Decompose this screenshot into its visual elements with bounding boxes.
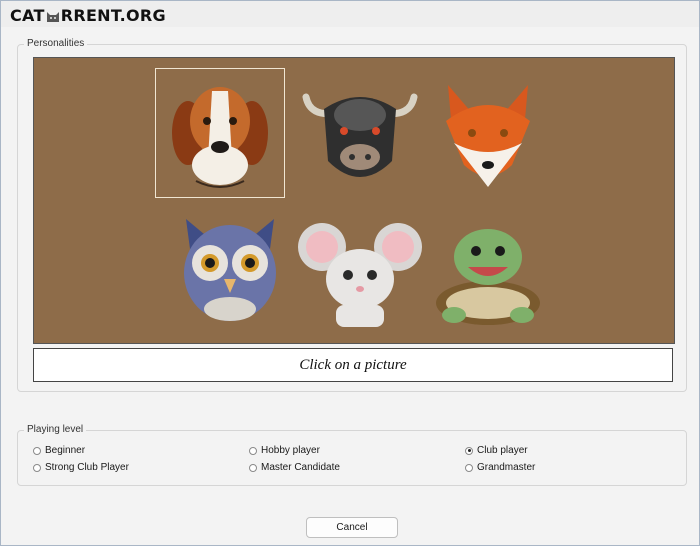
personality-dialog: CAT RRENT.ORG Personalities Click on a p… xyxy=(0,0,700,546)
radio-label: Strong Club Player xyxy=(45,462,129,473)
radio-circle[interactable] xyxy=(465,463,473,472)
watermark-logo: CAT RRENT.ORG xyxy=(10,6,166,25)
fox-portrait[interactable] xyxy=(424,69,552,197)
playing-level-legend: Playing level xyxy=(24,424,87,435)
radio-circle[interactable] xyxy=(465,446,473,455)
instruction-caption: Click on a picture xyxy=(33,348,673,382)
bull-portrait[interactable] xyxy=(296,69,424,197)
radio-label: Master Candidate xyxy=(261,462,340,473)
radio-club-player[interactable]: Club player xyxy=(465,445,528,456)
cancel-button[interactable]: Cancel xyxy=(306,517,398,538)
radio-master-candidate[interactable]: Master Candidate xyxy=(249,462,340,473)
radio-circle[interactable] xyxy=(249,463,257,472)
radio-circle[interactable] xyxy=(33,446,41,455)
owl-portrait[interactable] xyxy=(166,205,294,333)
radio-beginner[interactable]: Beginner xyxy=(33,445,85,456)
playing-level-group: Playing level xyxy=(17,424,687,486)
watermark-text-left: CAT xyxy=(10,6,45,25)
radio-hobby-player[interactable]: Hobby player xyxy=(249,445,320,456)
beagle-portrait[interactable] xyxy=(155,68,285,198)
radio-label: Hobby player xyxy=(261,445,320,456)
personalities-legend: Personalities xyxy=(24,38,88,49)
radio-circle[interactable] xyxy=(33,463,41,472)
radio-circle[interactable] xyxy=(249,446,257,455)
mouse-portrait[interactable] xyxy=(296,205,424,333)
turtle-portrait[interactable] xyxy=(424,205,552,333)
radio-label: Beginner xyxy=(45,445,86,456)
radio-grandmaster[interactable]: Grandmaster xyxy=(465,462,535,473)
cat-head-icon xyxy=(46,11,59,22)
radio-strong-club-player[interactable]: Strong Club Player xyxy=(33,462,129,473)
title-bar: CAT RRENT.ORG xyxy=(1,1,699,27)
personality-picture-area xyxy=(33,57,675,344)
radio-label: Club player xyxy=(477,445,528,456)
radio-label: Grandmaster xyxy=(477,462,536,473)
watermark-text-right: RRENT.ORG xyxy=(60,6,166,25)
